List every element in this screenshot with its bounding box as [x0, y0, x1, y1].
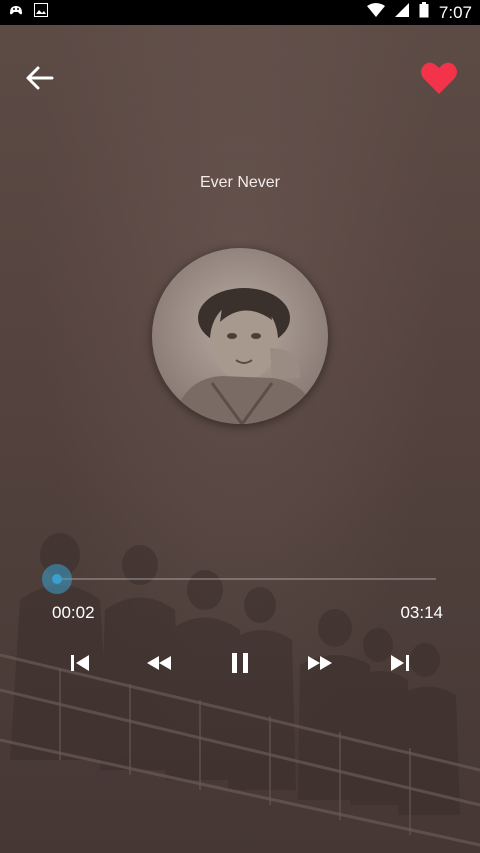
wifi-icon — [366, 3, 385, 22]
skip-previous-icon — [71, 655, 89, 671]
heart-icon — [421, 62, 457, 94]
pause-button[interactable] — [225, 648, 255, 678]
current-time: 00:02 — [52, 603, 95, 622]
battery-icon — [419, 2, 429, 23]
background-photo — [0, 533, 480, 847]
previous-button[interactable] — [65, 648, 95, 678]
game-controller-icon — [8, 3, 24, 22]
rewind-icon — [147, 656, 171, 670]
status-bar: 7:07 — [0, 0, 480, 25]
seek-bar[interactable] — [56, 578, 436, 580]
total-time: 03:14 — [400, 603, 443, 622]
back-arrow-icon — [26, 66, 54, 90]
status-time: 7:07 — [438, 2, 472, 22]
signal-icon — [394, 3, 409, 22]
favorite-button[interactable] — [420, 60, 458, 96]
image-icon — [34, 3, 48, 22]
pause-icon — [232, 653, 248, 673]
seek-thumb[interactable] — [42, 564, 72, 594]
fast-forward-icon — [308, 656, 332, 670]
song-title: Ever Never — [199, 174, 281, 191]
next-button[interactable] — [385, 648, 415, 678]
rewind-button[interactable] — [144, 648, 174, 678]
skip-next-icon — [391, 655, 409, 671]
album-art — [152, 248, 328, 424]
back-button[interactable] — [22, 60, 58, 96]
forward-button[interactable] — [305, 648, 335, 678]
